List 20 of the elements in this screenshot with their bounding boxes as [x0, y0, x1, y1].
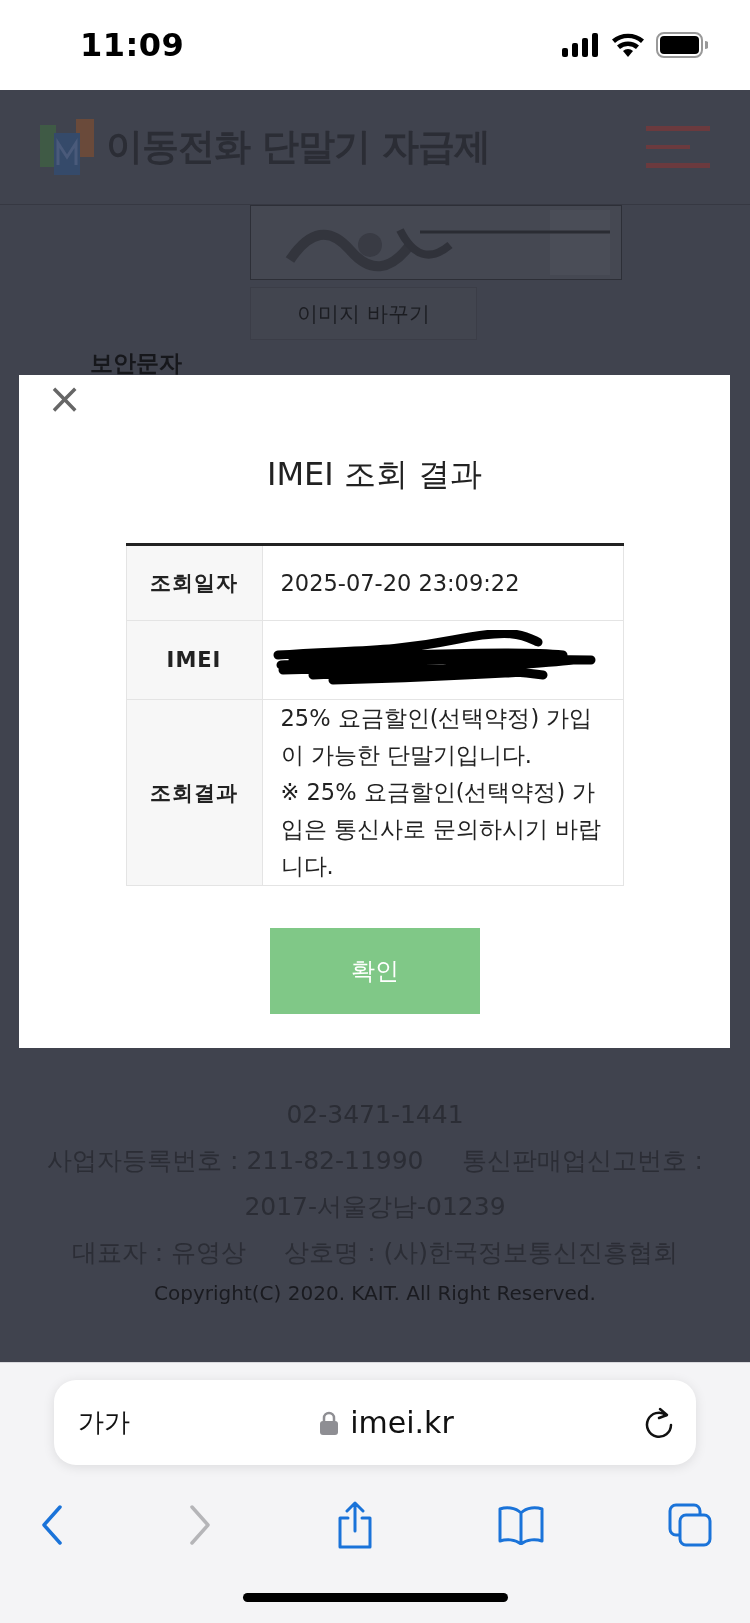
row-label: 조회결과	[126, 699, 262, 886]
row-value: 2025-07-20 23:09:22	[262, 544, 623, 621]
back-icon[interactable]	[40, 1505, 64, 1545]
url-text[interactable]: imei.kr	[350, 1405, 454, 1440]
result-text: 25% 요금할인(선택약정) 가입이 가능한 단말기입니다.	[280, 704, 594, 770]
dialog-title: IMEI 조회 결과	[266, 454, 482, 495]
battery-icon	[656, 32, 708, 58]
logo-icon	[40, 119, 96, 175]
wifi-icon	[612, 33, 644, 57]
share-icon[interactable]	[336, 1501, 374, 1549]
signal-icon	[562, 33, 600, 57]
lock-icon	[320, 1410, 339, 1435]
text-size-button[interactable]: 가가	[78, 1405, 130, 1440]
book-icon[interactable]	[498, 1505, 544, 1545]
row-label: 조회일자	[126, 544, 262, 621]
result-text: ※ 25% 요금할인(선택약정) 가입은 통신사로 문의하시기 바랍니다.	[280, 778, 602, 881]
row-label: IMEI	[126, 620, 262, 700]
reload-icon[interactable]	[644, 1406, 674, 1439]
clock-time: 11:09	[80, 26, 185, 64]
tabs-icon[interactable]	[668, 1503, 712, 1547]
